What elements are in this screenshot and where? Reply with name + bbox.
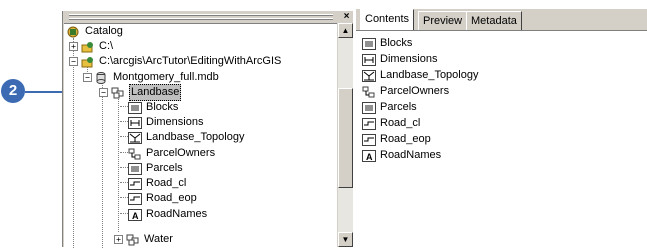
list-item-label: RoadNames (380, 149, 442, 161)
tree-item-label: Catalog (85, 25, 123, 37)
line-feature-class-icon (128, 192, 142, 205)
list-item-label: Parcels (380, 101, 417, 113)
tree-item-label: RoadNames (146, 208, 208, 220)
step-callout-badge: 2 (1, 79, 25, 103)
list-item-label: Landbase_Topology (380, 69, 479, 81)
tree-item-road-cl[interactable]: Road_cl (128, 176, 186, 191)
polygon-feature-class-icon (128, 162, 142, 175)
tree-item-c-drive[interactable]: + C:\ (69, 39, 113, 54)
collapse-button[interactable]: − (69, 57, 78, 66)
dimension-feature-class-icon (362, 53, 376, 66)
pane-title-grip[interactable] (63, 11, 339, 23)
tree-item-label: Montgomery_full.mdb (113, 71, 219, 83)
topology-icon (362, 69, 376, 82)
tree-item-dimensions[interactable]: Dimensions (128, 115, 203, 130)
close-pane-button[interactable]: × (341, 12, 352, 22)
tree-item-label: Road_eop (146, 192, 197, 204)
tab-contents[interactable]: Contents (360, 9, 415, 30)
tree-item-label: Blocks (146, 101, 179, 113)
tree-item-parcels[interactable]: Parcels (128, 161, 183, 176)
scroll-down-button[interactable]: ▼ (338, 232, 353, 247)
svg-text:A: A (132, 211, 139, 221)
tree-item-label: Dimensions (146, 116, 204, 128)
relationship-class-icon (362, 86, 376, 98)
tree-item-label: Landbase_Topology (146, 131, 245, 143)
polygon-feature-class-icon (362, 37, 376, 50)
list-item-label: Road_cl (380, 117, 421, 129)
polygon-feature-class-icon (362, 101, 376, 114)
tab-strip: Contents Preview Metadata (356, 9, 647, 31)
tree-item-geodatabase[interactable]: − Montgomery_full.mdb (83, 70, 219, 85)
list-item[interactable]: Landbase_Topology (362, 68, 478, 83)
list-item[interactable]: Parcels (362, 100, 417, 115)
line-feature-class-icon (362, 133, 376, 146)
expand-button[interactable]: + (69, 42, 78, 51)
tab-metadata[interactable]: Metadata (466, 11, 522, 31)
list-item-label: Road_eop (380, 133, 431, 145)
feature-dataset-icon (111, 87, 125, 99)
collapse-button[interactable]: − (99, 88, 108, 97)
list-item-label: Blocks (380, 37, 413, 49)
line-feature-class-icon (362, 117, 376, 130)
folder-connection-icon (81, 56, 95, 68)
tree-item-road-eop[interactable]: Road_eop (128, 191, 197, 206)
catalog-tree: Catalog + C:\ − C:\arcgis\ArcTutor\Editi… (64, 23, 337, 248)
tree-item-catalog[interactable]: Catalog (67, 24, 123, 39)
tree-item-label: Landbase (129, 84, 182, 101)
drive-connection-icon (81, 41, 95, 53)
list-item-label: ParcelOwners (380, 85, 450, 97)
tree-item-label: Water (144, 233, 173, 245)
tree-item-parcelowners[interactable]: ParcelOwners (128, 146, 215, 161)
tree-item-label: C:\arcgis\ArcTutor\EditingWithArcGIS (99, 55, 282, 67)
scroll-up-button[interactable]: ▲ (338, 23, 353, 38)
tree-vertical-scrollbar[interactable]: ▲ ▼ (338, 23, 353, 247)
tab-preview[interactable]: Preview (418, 11, 468, 31)
annotation-feature-class-icon: A (362, 149, 376, 162)
line-feature-class-icon (128, 177, 142, 190)
expand-button[interactable]: + (114, 235, 123, 244)
tree-item-landbase-topology[interactable]: Landbase_Topology (128, 130, 244, 145)
tree-item-roadnames[interactable]: A RoadNames (128, 207, 207, 222)
tree-item-folder-connection[interactable]: − C:\arcgis\ArcTutor\EditingWithArcGIS (69, 54, 281, 69)
contents-list: Blocks Dimensions Landbase_Topology Parc… (356, 30, 647, 248)
tree-item-blocks[interactable]: Blocks (128, 100, 178, 115)
polygon-feature-class-icon (128, 101, 142, 114)
list-item[interactable]: Dimensions (362, 52, 437, 67)
list-item[interactable]: ParcelOwners (362, 84, 449, 99)
feature-dataset-icon (126, 234, 140, 246)
contents-pane: Contents Preview Metadata Blocks Dimensi… (356, 9, 647, 248)
tree-item-label: C:\ (99, 40, 114, 52)
annotation-feature-class-icon: A (128, 208, 142, 221)
tree-item-label: ParcelOwners (146, 147, 216, 159)
scroll-thumb[interactable] (338, 88, 353, 188)
tree-item-water[interactable]: + Water (114, 232, 173, 247)
list-item-label: Dimensions (380, 53, 438, 65)
list-item[interactable]: Road_cl (362, 116, 420, 131)
tree-item-label: Parcels (146, 162, 183, 174)
svg-text:A: A (366, 152, 373, 162)
dimension-feature-class-icon (128, 116, 142, 129)
catalog-tree-pane: × Catalog + C:\ − C:\arcgis\ArcTutor\Edi… (62, 11, 353, 248)
collapse-button[interactable]: − (83, 73, 92, 82)
tree-item-label: Road_cl (146, 177, 187, 189)
catalog-icon (67, 26, 81, 38)
list-item[interactable]: Road_eop (362, 132, 431, 147)
list-item[interactable]: Blocks (362, 36, 412, 51)
geodatabase-icon (95, 71, 109, 84)
relationship-class-icon (128, 148, 142, 160)
list-item[interactable]: A RoadNames (362, 148, 441, 163)
topology-icon (128, 131, 142, 144)
tree-item-landbase[interactable]: − Landbase (99, 84, 182, 101)
